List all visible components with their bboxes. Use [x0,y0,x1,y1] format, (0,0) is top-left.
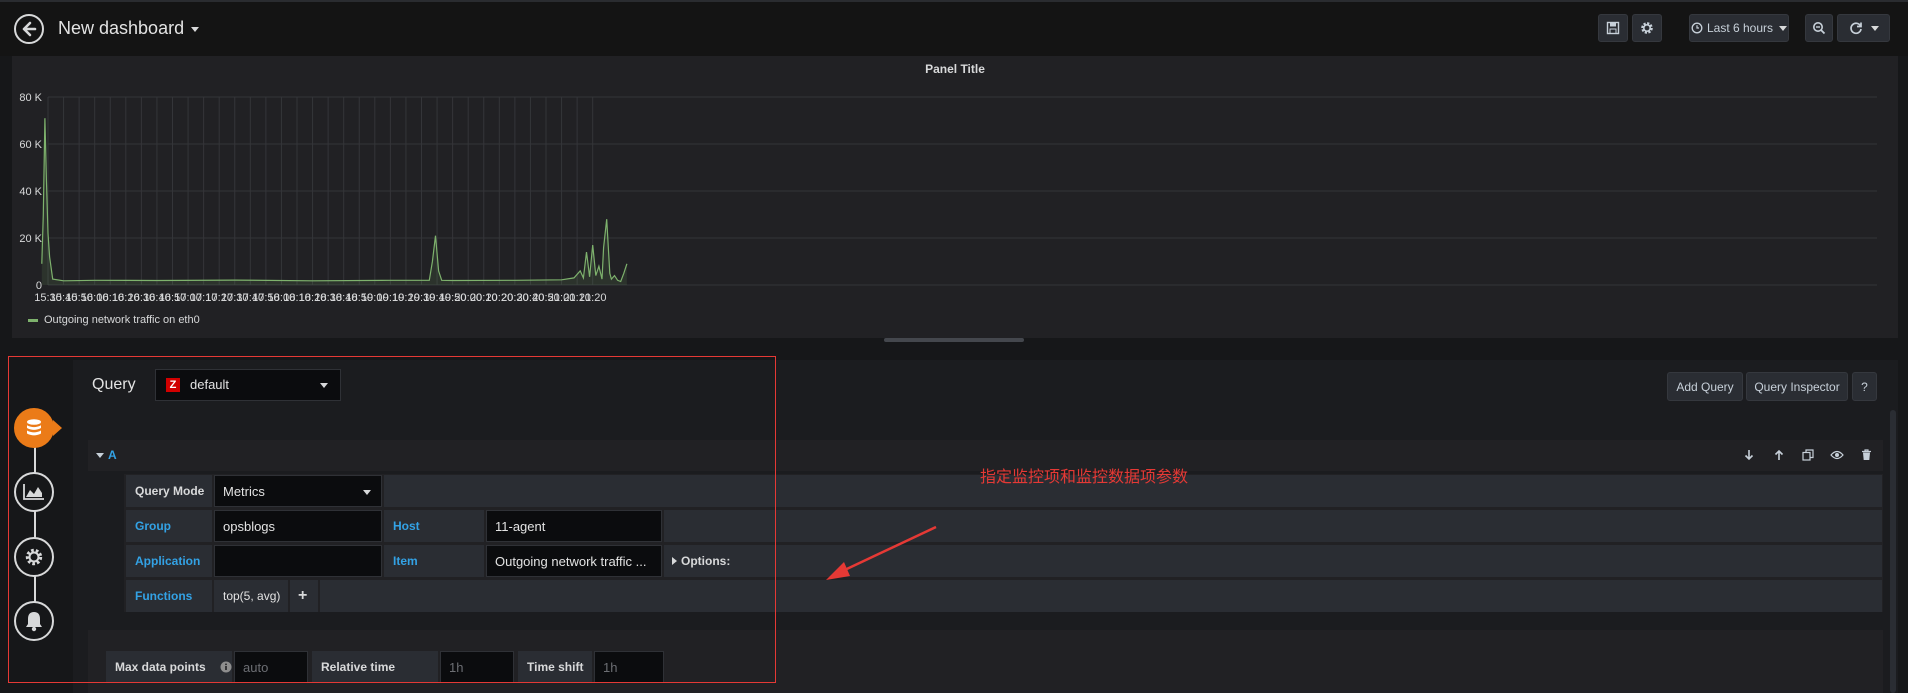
copy-icon [1802,449,1814,461]
y-tick-label: 60 K [19,139,42,151]
y-tick-label: 0 [36,280,42,292]
annotation-text: 指定监控项和监控数据项参数 [980,469,1189,486]
gear-icon [1641,22,1653,34]
save-dashboard-button[interactable] [1598,14,1628,42]
chevron-down-icon [191,26,200,32]
chevron-down-icon [1779,25,1788,31]
dashboard-title-text: New dashboard [58,18,185,38]
back-button[interactable] [14,14,44,44]
move-down-button[interactable] [1738,444,1760,466]
eye-icon [1830,450,1844,460]
series-area [41,118,627,285]
remove-query-button[interactable] [1855,444,1877,466]
arrow-up-icon [1774,449,1784,460]
add-query-button[interactable]: Add Query [1667,372,1743,401]
help-button[interactable]: ? [1852,372,1877,401]
dashboard-title[interactable]: New dashboard [58,18,200,39]
help-label: ? [1861,379,1868,394]
y-tick-label: 20 K [19,233,42,245]
scrollbar[interactable] [1890,410,1896,693]
chevron-down-icon [1870,25,1879,31]
top-bar: New dashboard Last 6 hours [0,0,1908,56]
save-icon [1606,21,1620,35]
time-range-label: Last 6 hours [1706,21,1774,35]
refresh-button[interactable] [1837,14,1890,42]
annotation-highlight-box [8,356,776,683]
dashboard-settings-button[interactable] [1632,14,1662,42]
series-line [41,118,628,283]
annotation-arrow [826,525,937,580]
query-inspector-label: Query Inspector [1754,379,1840,394]
zoom-out-icon [1813,22,1826,35]
arrow-left-icon [22,21,37,37]
legend-label: Outgoing network traffic on eth0 [44,314,200,326]
panel-resize-handle[interactable] [884,338,1024,342]
refresh-icon [1849,22,1862,35]
y-tick-label: 80 K [19,92,42,104]
move-up-button[interactable] [1768,444,1790,466]
y-tick-label: 40 K [19,186,42,198]
zoom-out-button[interactable] [1805,14,1833,42]
line-chart[interactable]: 020 K40 K60 K80 K15:3015:4015:5016:0016:… [12,56,1898,306]
add-query-label: Add Query [1676,379,1734,394]
chart-legend[interactable]: Outgoing network traffic on eth0 [28,314,200,326]
graph-panel: Panel Title 0 20 K 40 K 60 K 80 K 15:30 15:40 1… [12,56,1898,338]
time-range-picker[interactable]: Last 6 hours [1689,14,1789,42]
duplicate-button[interactable] [1797,444,1819,466]
clock-icon [1691,22,1703,34]
arrow-down-icon [1744,450,1754,461]
toggle-visibility-button[interactable] [1826,444,1848,466]
x-tick-label: 21:20 [579,292,607,304]
trash-icon [1861,449,1871,460]
legend-swatch [28,318,38,322]
query-inspector-button[interactable]: Query Inspector [1746,372,1848,401]
